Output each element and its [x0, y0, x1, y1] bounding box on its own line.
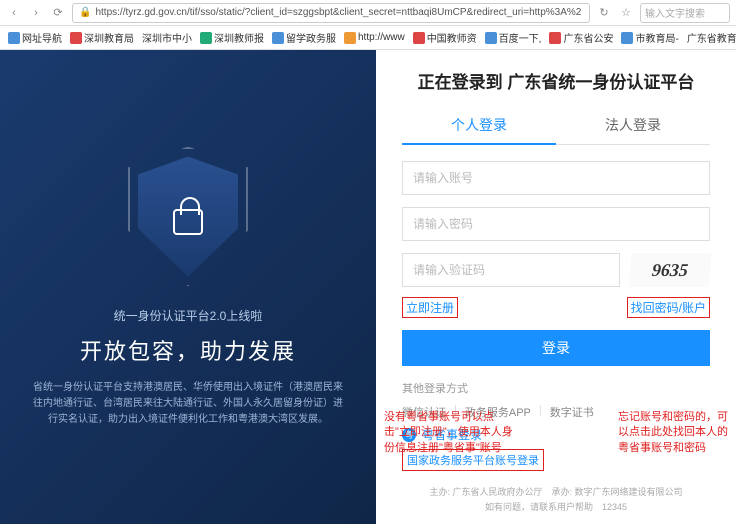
bookmark-item[interactable]: 深圳市中小 [142, 30, 192, 45]
bookmark-icon [8, 32, 20, 44]
login-button[interactable]: 登录 [402, 330, 710, 366]
bookmark-item[interactable]: 广东省公安 [549, 30, 613, 45]
register-link[interactable]: 立即注册 [402, 297, 458, 318]
search-box[interactable]: 输入文字搜索 [640, 3, 730, 23]
url-text: https://tyrz.gd.gov.cn/tif/sso/static/?c… [95, 7, 581, 18]
shield-graphic [128, 147, 248, 287]
login-title: 正在登录到 广东省统一身份认证平台 [402, 68, 710, 93]
reload-button[interactable]: ⟳ [50, 5, 66, 21]
recover-link[interactable]: 找回密码/账户 [627, 297, 710, 318]
other-login-row: 微信认证| 政务服务APP| 数字证书 [402, 404, 710, 420]
login-panel: 正在登录到 广东省统一身份认证平台 个人登录 法人登录 9635 立即注册 找回… [376, 50, 736, 524]
lock-icon: 🔒 [79, 7, 91, 18]
captcha-image[interactable]: 9635 [629, 253, 712, 287]
bookmark-item[interactable]: 网址导航 [8, 30, 62, 45]
bookmark-item[interactable]: 中国教师资 [413, 30, 477, 45]
other-login-cert[interactable]: 数字证书 [550, 404, 594, 420]
bookmark-item[interactable]: http://www [344, 32, 405, 44]
login-tabs: 个人登录 法人登录 [402, 107, 710, 145]
footer: 主办: 广东省人民政府办公厅 承办: 数字广东网络建设有限公司 如有问题，请联系… [402, 485, 710, 514]
hero-title: 开放包容，助力发展 [80, 334, 296, 366]
hero-panel: 统一身份认证平台2.0上线啦 开放包容，助力发展 省统一身份认证平台支持港澳居民… [0, 50, 376, 524]
bookmark-icon [549, 32, 561, 44]
footer-line2: 如有问题，请联系用户帮助 12345 [402, 500, 710, 514]
bookmarks-bar: 网址导航 深圳教育局 深圳市中小 深圳教师报 留学政务服 http://www … [0, 26, 736, 50]
bookmark-icon [272, 32, 284, 44]
favorite-icon[interactable]: ☆ [618, 5, 634, 21]
hero-description: 省统一身份认证平台支持港澳居民、华侨使用出入境证件（港澳居民来往内地通行证、台湾… [0, 380, 376, 428]
bookmark-icon [621, 32, 633, 44]
forward-button[interactable]: › [28, 5, 44, 21]
hero-subtitle: 统一身份认证平台2.0上线啦 [114, 307, 263, 324]
bookmark-icon [200, 32, 212, 44]
tab-legal[interactable]: 法人登录 [556, 107, 710, 144]
tab-personal[interactable]: 个人登录 [402, 107, 556, 145]
bookmark-item[interactable]: 深圳教育局 [70, 30, 134, 45]
other-login-wechat[interactable]: 微信认证 [402, 404, 446, 420]
browser-toolbar: ‹ › ⟳ 🔒 https://tyrz.gd.gov.cn/tif/sso/s… [0, 0, 736, 26]
bookmark-icon [413, 32, 425, 44]
yss-icon: 粤 [402, 428, 416, 442]
password-input[interactable] [402, 207, 710, 241]
bookmark-item[interactable]: 百度一下, [485, 30, 542, 45]
footer-line1: 主办: 广东省人民政府办公厅 承办: 数字广东网络建设有限公司 [402, 485, 710, 499]
bookmark-icon [344, 32, 356, 44]
bookmark-item[interactable]: 留学政务服 [272, 30, 336, 45]
bookmark-item[interactable]: 广东省教育 [687, 30, 736, 45]
refresh-icon[interactable]: ↻ [596, 5, 612, 21]
lock-icon [173, 209, 203, 235]
other-login-app[interactable]: 政务服务APP [465, 404, 531, 420]
back-button[interactable]: ‹ [6, 5, 22, 21]
bookmark-item[interactable]: 市教育局- [621, 30, 678, 45]
yss-login-link[interactable]: 粤省事登录 [422, 426, 482, 443]
captcha-input[interactable] [402, 253, 620, 287]
national-platform-link[interactable]: 国家政务服务平台账号登录 [402, 449, 544, 471]
bookmark-icon [70, 32, 82, 44]
bookmark-item[interactable]: 深圳教师报 [200, 30, 264, 45]
bookmark-icon [485, 32, 497, 44]
other-login-label: 其他登录方式 [402, 380, 710, 396]
address-bar[interactable]: 🔒 https://tyrz.gd.gov.cn/tif/sso/static/… [72, 3, 590, 23]
main-content: 统一身份认证平台2.0上线啦 开放包容，助力发展 省统一身份认证平台支持港澳居民… [0, 50, 736, 524]
account-input[interactable] [402, 161, 710, 195]
